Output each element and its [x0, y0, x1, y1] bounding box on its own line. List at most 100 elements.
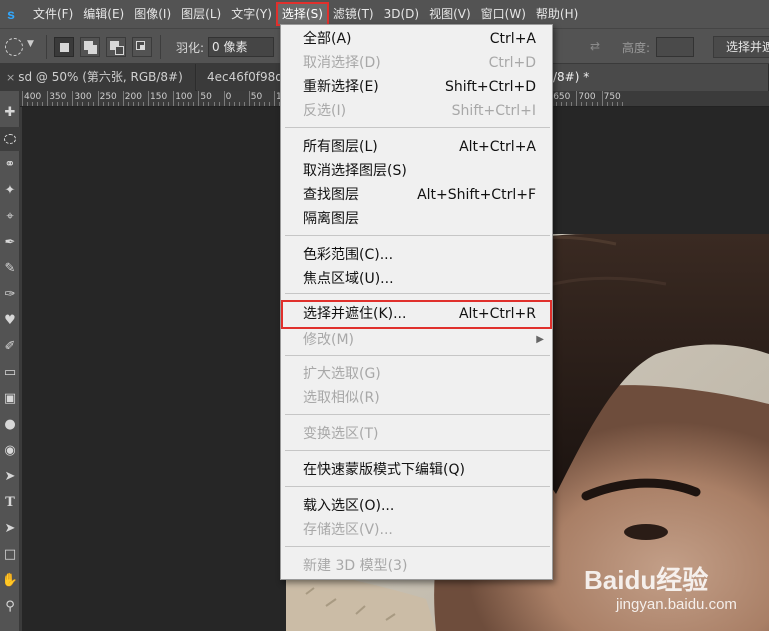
ruler-tick: [22, 91, 23, 106]
ellipse-marquee-tool-icon[interactable]: [0, 127, 20, 151]
healing-brush-tool-icon[interactable]: ✎: [0, 257, 20, 281]
menu-edit[interactable]: 编辑(E): [78, 3, 129, 25]
menu-item-deselect-layers[interactable]: 取消选择图层(S): [281, 159, 552, 183]
watermark-url: jingyan.baidu.com: [616, 596, 737, 613]
clone-stamp-tool-icon[interactable]: ♥: [0, 309, 20, 333]
menu-image[interactable]: 图像(I): [129, 3, 176, 25]
menu-item-find-layers[interactable]: 查找图层 Alt+Shift+Ctrl+F: [281, 183, 552, 207]
new-selection-button[interactable]: [54, 37, 74, 57]
menu-divider: [285, 414, 550, 415]
menu-item-grow[interactable]: 扩大选取(G): [281, 362, 552, 386]
ellipse-marquee-icon[interactable]: [5, 38, 23, 56]
intersect-selection-button[interactable]: [132, 37, 152, 57]
history-brush-tool-icon[interactable]: ✐: [0, 335, 20, 359]
zoom-tool-icon[interactable]: ⚲: [0, 595, 20, 619]
menu-3d[interactable]: 3D(D): [379, 3, 424, 25]
baidu-jingyan-watermark: Baidu经验 jingyan.baidu.com: [580, 560, 760, 620]
ruler-number: 50: [250, 92, 263, 102]
menu-item-all[interactable]: 全部(A) Ctrl+A: [281, 27, 552, 51]
menu-item-load-selection[interactable]: 载入选区(O)...: [281, 494, 552, 518]
document-tab-active[interactable]: /8#) *: [552, 64, 769, 91]
dodge-tool-icon[interactable]: ◉: [0, 439, 20, 463]
ruler-tick: [173, 91, 175, 106]
tab-label: sd @ 50% (第六张, RGB/8#): [18, 70, 183, 84]
menu-item-focus-area[interactable]: 焦点区域(U)...: [281, 267, 552, 291]
ruler-tick: [601, 91, 603, 106]
menu-divider: [285, 450, 550, 451]
ruler-tick: [223, 91, 225, 106]
menu-item-reselect[interactable]: 重新选择(E) Shift+Ctrl+D: [281, 75, 552, 99]
height-label: 高度:: [622, 41, 651, 55]
menu-item-isolate-layers[interactable]: 隔离图层: [281, 207, 552, 231]
brush-tool-icon[interactable]: ✑: [0, 283, 20, 307]
menu-type[interactable]: 文字(Y): [226, 3, 277, 25]
ruler-number: 150: [150, 92, 168, 102]
swap-icon[interactable]: ⇄: [590, 39, 600, 53]
move-tool-icon[interactable]: ✚: [0, 101, 20, 125]
height-input[interactable]: [656, 37, 694, 57]
pen-tool-icon[interactable]: ➤: [0, 465, 20, 489]
ruler-tick: [148, 91, 149, 106]
eyedropper-tool-icon[interactable]: ✒: [0, 231, 20, 255]
eraser-tool-icon[interactable]: ▭: [0, 361, 20, 385]
photoshop-logo: s: [7, 6, 15, 22]
ruler-tick: [72, 91, 74, 106]
ruler-tick: [274, 91, 275, 106]
crop-tool-icon[interactable]: ⌖: [0, 205, 20, 229]
photoshop-window: s 文件(F) 编辑(E) 图像(I) 图层(L) 文字(Y) 选择(S) 滤镜…: [0, 0, 769, 631]
menu-item-deselect[interactable]: 取消选择(D) Ctrl+D: [281, 51, 552, 75]
chevron-down-icon[interactable]: ▼: [27, 39, 34, 49]
ruler-number: 100: [175, 92, 193, 102]
ruler-tick: [576, 91, 578, 106]
close-icon[interactable]: ×: [6, 71, 15, 84]
ruler-tick: [97, 91, 99, 106]
submenu-arrow-icon: ▶: [536, 334, 544, 345]
path-select-tool-icon[interactable]: ➤: [0, 517, 20, 541]
menu-item-inverse[interactable]: 反选(I) Shift+Ctrl+I: [281, 99, 552, 123]
menu-item-all-layers[interactable]: 所有图层(L) Alt+Ctrl+A: [281, 135, 552, 159]
menu-item-transform-selection[interactable]: 变换选区(T): [281, 422, 552, 446]
tab-label: /8#) *: [553, 70, 590, 84]
hand-tool-icon[interactable]: ✋: [0, 569, 20, 593]
menu-item-select-and-mask[interactable]: 选择并遮住(K)... Alt+Ctrl+R: [281, 300, 552, 329]
subtract-selection-button[interactable]: [106, 37, 126, 57]
tools-panel: ✚ ⚭ ✦ ⌖ ✒ ✎ ✑ ♥ ✐ ▭ ▣ ● ◉ ➤ T ➤ □ ✋ ⚲: [0, 91, 20, 631]
menu-item-save-selection[interactable]: 存储选区(V)...: [281, 518, 552, 542]
quick-select-tool-icon[interactable]: ✦: [0, 179, 20, 203]
menu-help[interactable]: 帮助(H): [531, 3, 583, 25]
ruler-number: 50: [200, 92, 212, 102]
ruler-number: 700: [578, 92, 596, 102]
ruler-tick: [122, 91, 124, 106]
menu-file[interactable]: 文件(F): [28, 3, 78, 25]
rectangle-tool-icon[interactable]: □: [0, 543, 20, 567]
lasso-tool-icon[interactable]: ⚭: [0, 153, 20, 177]
menu-item-similar[interactable]: 选取相似(R): [281, 386, 552, 410]
ruler-tick: [198, 91, 200, 106]
menu-divider: [285, 293, 550, 294]
tab-label: 4ec46f0f98d: [207, 70, 281, 84]
menu-view[interactable]: 视图(V): [424, 3, 476, 25]
gradient-tool-icon[interactable]: ▣: [0, 387, 20, 411]
select-and-mask-button[interactable]: 选择并遮: [713, 36, 769, 58]
menu-item-quick-mask[interactable]: 在快速蒙版模式下编辑(Q): [281, 458, 552, 482]
menu-divider: [285, 127, 550, 128]
ruler-number: 350: [49, 92, 67, 102]
add-selection-button[interactable]: [80, 37, 100, 57]
ruler-tick: [47, 91, 49, 106]
document-tab[interactable]: 4ec46f0f98d: [197, 64, 281, 91]
blur-tool-icon[interactable]: ●: [0, 413, 20, 437]
menu-layer[interactable]: 图层(L): [176, 3, 226, 25]
document-tab[interactable]: × sd @ 50% (第六张, RGB/8#): [0, 64, 196, 91]
menu-item-new-3d-model[interactable]: 新建 3D 模型(3): [281, 554, 552, 578]
menu-select[interactable]: 选择(S): [275, 2, 329, 26]
menu-window[interactable]: 窗口(W): [476, 3, 531, 25]
ruler-number: 750: [603, 92, 621, 102]
menu-item-modify[interactable]: 修改(M) ▶: [281, 328, 552, 352]
feather-input[interactable]: 0 像素: [208, 37, 274, 57]
divider: [46, 35, 47, 59]
menu-filter[interactable]: 滤镜(T): [328, 3, 379, 25]
menu-divider: [285, 546, 550, 547]
menu-divider: [285, 355, 550, 356]
menu-item-color-range[interactable]: 色彩范围(C)...: [281, 243, 552, 267]
text-tool-icon[interactable]: T: [0, 491, 20, 515]
